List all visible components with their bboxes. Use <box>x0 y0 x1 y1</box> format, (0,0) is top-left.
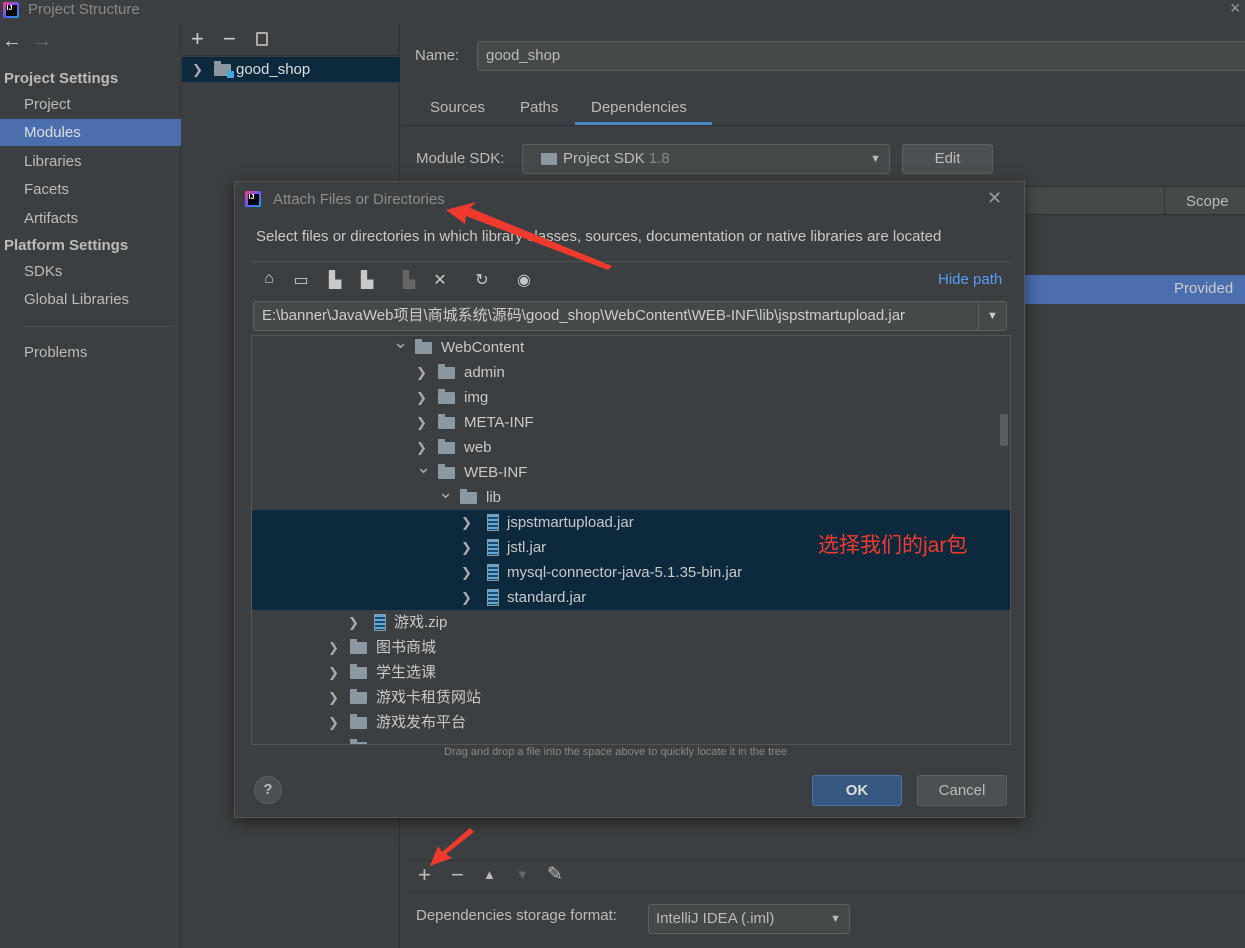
annotation-arrows <box>430 202 612 866</box>
annotation-arrow-add <box>430 828 474 866</box>
annotation-arrow-title <box>446 202 612 270</box>
